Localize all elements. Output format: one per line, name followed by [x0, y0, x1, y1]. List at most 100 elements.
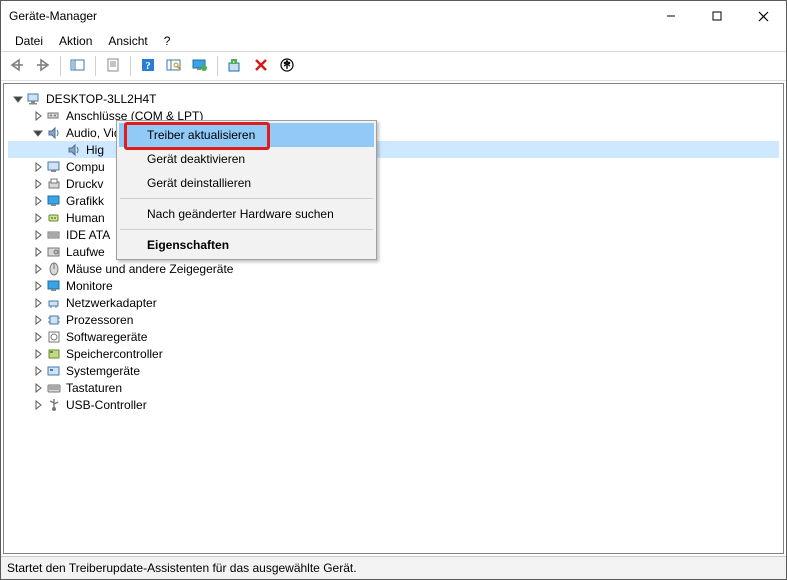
menu-file[interactable]: Datei: [7, 32, 51, 50]
tree-root-label: DESKTOP-3LL2H4T: [46, 92, 157, 106]
context-menu-item[interactable]: Eigenschaften: [119, 233, 374, 257]
chevron-right-icon[interactable]: [32, 315, 44, 325]
back-button[interactable]: [5, 54, 29, 78]
context-menu-item[interactable]: Nach geänderter Hardware suchen: [119, 202, 374, 226]
context-menu-item-label: Gerät deinstallieren: [147, 176, 251, 190]
enable-device-icon: [228, 58, 242, 75]
context-menu-item[interactable]: Gerät deaktivieren: [119, 147, 374, 171]
forward-button[interactable]: [31, 54, 55, 78]
chevron-right-icon[interactable]: [32, 400, 44, 410]
context-menu-item[interactable]: Treiber aktualisieren: [119, 123, 374, 147]
chevron-right-icon[interactable]: [32, 349, 44, 359]
software-icon: [46, 329, 62, 345]
context-menu-separator: [120, 198, 373, 199]
storage-icon: [46, 346, 62, 362]
tree-category-label: Grafikk: [66, 194, 104, 208]
properties-icon: [106, 58, 120, 75]
context-menu-item-label: Nach geänderter Hardware suchen: [147, 207, 334, 221]
tree-category-label: Laufwe: [66, 245, 105, 259]
enable-device-button[interactable]: [223, 54, 247, 78]
toolbar-separator: [217, 56, 218, 76]
chevron-right-icon[interactable]: [32, 383, 44, 393]
usb-icon: [46, 397, 62, 413]
tree-category[interactable]: Netzwerkadapter: [8, 294, 779, 311]
monitor-icon: [192, 58, 208, 75]
disk-icon: [46, 244, 62, 260]
chevron-right-icon[interactable]: [32, 247, 44, 257]
hid-icon: [46, 210, 62, 226]
tree-category-label: Compu: [66, 160, 105, 174]
disable-device-icon: [254, 58, 268, 75]
tree-category[interactable]: Systemgeräte: [8, 362, 779, 379]
chevron-right-icon[interactable]: [32, 162, 44, 172]
tree-category-label: IDE ATA: [66, 228, 110, 242]
system-icon: [46, 363, 62, 379]
close-button[interactable]: [740, 1, 786, 31]
display-icon: [46, 193, 62, 209]
forward-icon: [35, 58, 51, 75]
tree-category[interactable]: Tastaturen: [8, 379, 779, 396]
chevron-right-icon[interactable]: [32, 298, 44, 308]
tree-category-label: Druckv: [66, 177, 103, 191]
help-button[interactable]: ?: [136, 54, 160, 78]
device-tree-panel: DESKTOP-3LL2H4TAnschlüsse (COM & LPT)Aud…: [3, 83, 784, 554]
show-hide-tree-icon: [70, 58, 86, 75]
chevron-right-icon[interactable]: [32, 264, 44, 274]
back-icon: [9, 58, 25, 75]
audio-icon: [66, 142, 82, 158]
tree-category[interactable]: Mäuse und andere Zeigegeräte: [8, 260, 779, 277]
tree-category-label: USB-Controller: [66, 398, 147, 412]
window-title: Geräte-Manager: [9, 9, 648, 23]
chevron-right-icon[interactable]: [32, 366, 44, 376]
tree-category-label: Mäuse und andere Zeigegeräte: [66, 262, 233, 276]
help-icon: ?: [141, 58, 155, 75]
tree-category[interactable]: Softwaregeräte: [8, 328, 779, 345]
ide-icon: [46, 227, 62, 243]
properties-button[interactable]: [101, 54, 125, 78]
tree-category[interactable]: Prozessoren: [8, 311, 779, 328]
statusbar-text: Startet den Treiberupdate-Assistenten fü…: [7, 561, 357, 575]
context-menu-item[interactable]: Gerät deinstallieren: [119, 171, 374, 195]
tree-device-label: Hig: [86, 143, 104, 157]
tree-root[interactable]: DESKTOP-3LL2H4T: [8, 90, 779, 107]
minimize-button[interactable]: [648, 1, 694, 31]
tree-category-label: Prozessoren: [66, 313, 133, 327]
ports-icon: [46, 108, 62, 124]
cpu-icon: [46, 312, 62, 328]
scan-icon: [166, 58, 182, 75]
chevron-right-icon[interactable]: [32, 213, 44, 223]
svg-text:?: ?: [145, 60, 151, 72]
menu-view[interactable]: Ansicht: [100, 32, 155, 50]
chevron-right-icon[interactable]: [32, 230, 44, 240]
tree-category[interactable]: Monitore: [8, 277, 779, 294]
chevron-down-icon[interactable]: [32, 128, 44, 138]
tree-category-label: Monitore: [66, 279, 113, 293]
tree-category-label: Softwaregeräte: [66, 330, 147, 344]
tree-category[interactable]: Speichercontroller: [8, 345, 779, 362]
tree-category-label: Human: [66, 211, 105, 225]
chevron-right-icon[interactable]: [32, 332, 44, 342]
menubar: Datei Aktion Ansicht ?: [1, 31, 786, 52]
mouse-icon: [46, 261, 62, 277]
chevron-right-icon[interactable]: [32, 179, 44, 189]
context-menu-separator: [120, 229, 373, 230]
disable-device-button[interactable]: [249, 54, 273, 78]
scan-hardware-button[interactable]: [162, 54, 186, 78]
chevron-right-icon[interactable]: [32, 196, 44, 206]
monitor-button[interactable]: [188, 54, 212, 78]
keyboard-icon: [46, 380, 62, 396]
update-driver-button[interactable]: [275, 54, 299, 78]
monitor-icon: [46, 278, 62, 294]
chevron-right-icon[interactable]: [32, 111, 44, 121]
chevron-right-icon[interactable]: [32, 281, 44, 291]
statusbar: Startet den Treiberupdate-Assistenten fü…: [1, 556, 786, 579]
show-hide-tree-button[interactable]: [66, 54, 90, 78]
maximize-button[interactable]: [694, 1, 740, 31]
computer-icon: [46, 159, 62, 175]
audio-icon: [46, 125, 62, 141]
tree-category[interactable]: USB-Controller: [8, 396, 779, 413]
tree-category-label: Tastaturen: [66, 381, 122, 395]
menu-help[interactable]: ?: [156, 32, 179, 50]
chevron-down-icon[interactable]: [12, 94, 24, 104]
menu-action[interactable]: Aktion: [51, 32, 100, 50]
